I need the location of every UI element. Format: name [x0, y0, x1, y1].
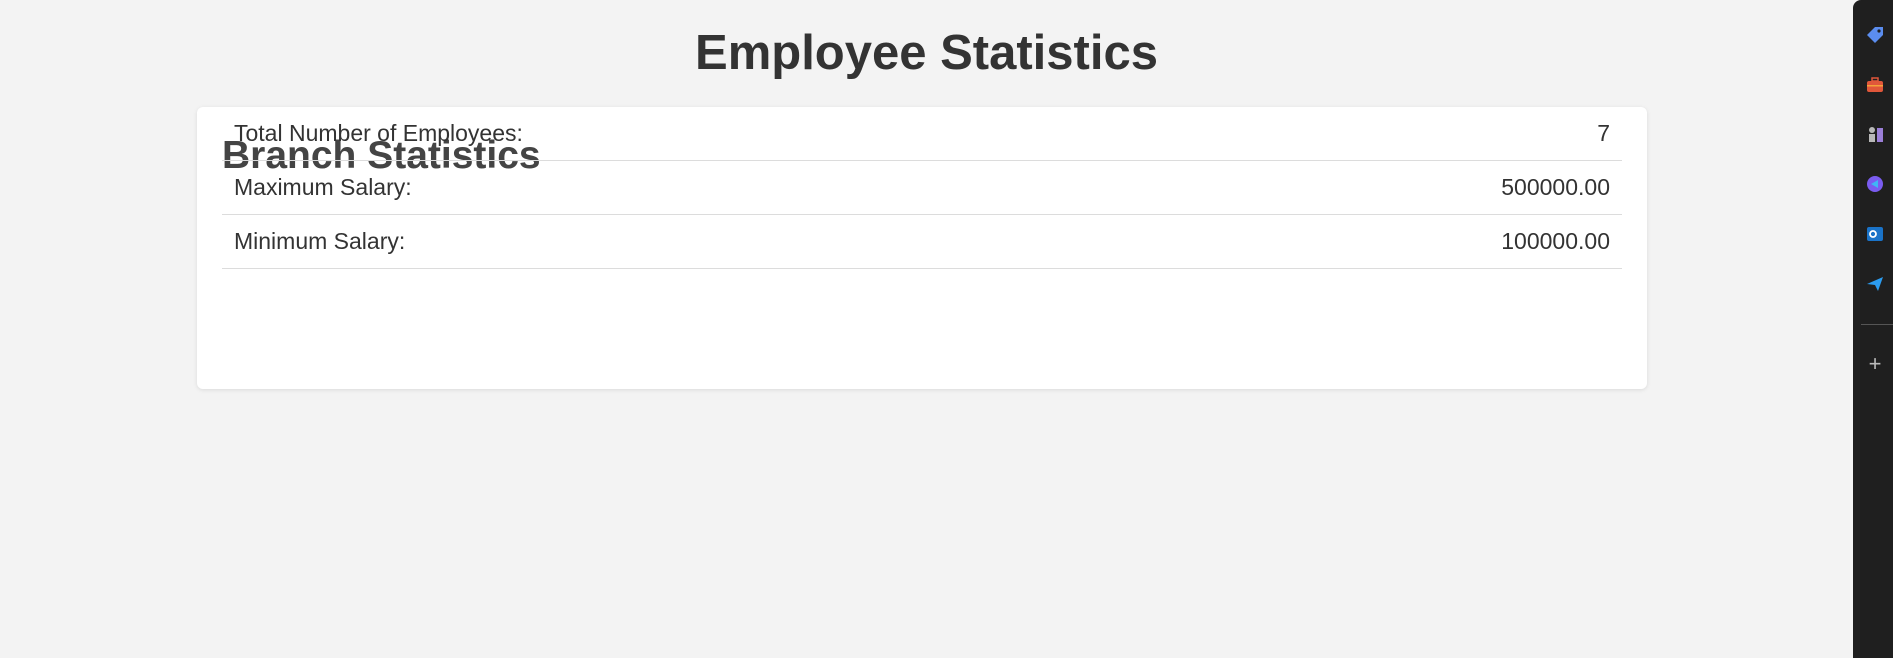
stat-row-min-salary: Minimum Salary: 100000.00 [222, 215, 1622, 269]
chess-icon[interactable] [1863, 122, 1887, 146]
stat-label: Maximum Salary: [234, 174, 412, 200]
page-body: Employee Statistics Branch Statistics To… [0, 0, 1853, 658]
stat-row-max-salary: Maximum Salary: 500000.00 [222, 161, 1622, 215]
stat-value: 500000.00 [1501, 174, 1610, 200]
stat-value: 7 [1597, 120, 1610, 146]
add-label: + [1868, 351, 1882, 376]
sidebar-divider [1861, 324, 1893, 325]
branch-statistics-card: Branch Statistics Total Number of Employ… [197, 107, 1647, 389]
add-icon[interactable]: + [1863, 351, 1887, 376]
tag-icon[interactable] [1863, 23, 1887, 47]
send-icon[interactable] [1863, 272, 1887, 296]
browser-sidebar: + [1853, 0, 1893, 658]
outlook-icon[interactable] [1863, 222, 1887, 246]
briefcase-icon[interactable] [1863, 73, 1887, 97]
copilot-icon[interactable] [1863, 172, 1887, 196]
stat-value: 100000.00 [1501, 228, 1610, 254]
page-title: Employee Statistics [695, 26, 1158, 80]
stat-row-total-employees: Total Number of Employees: 7 [222, 107, 1622, 161]
stat-label: Minimum Salary: [234, 228, 406, 254]
stat-label: Total Number of Employees: [234, 120, 523, 146]
